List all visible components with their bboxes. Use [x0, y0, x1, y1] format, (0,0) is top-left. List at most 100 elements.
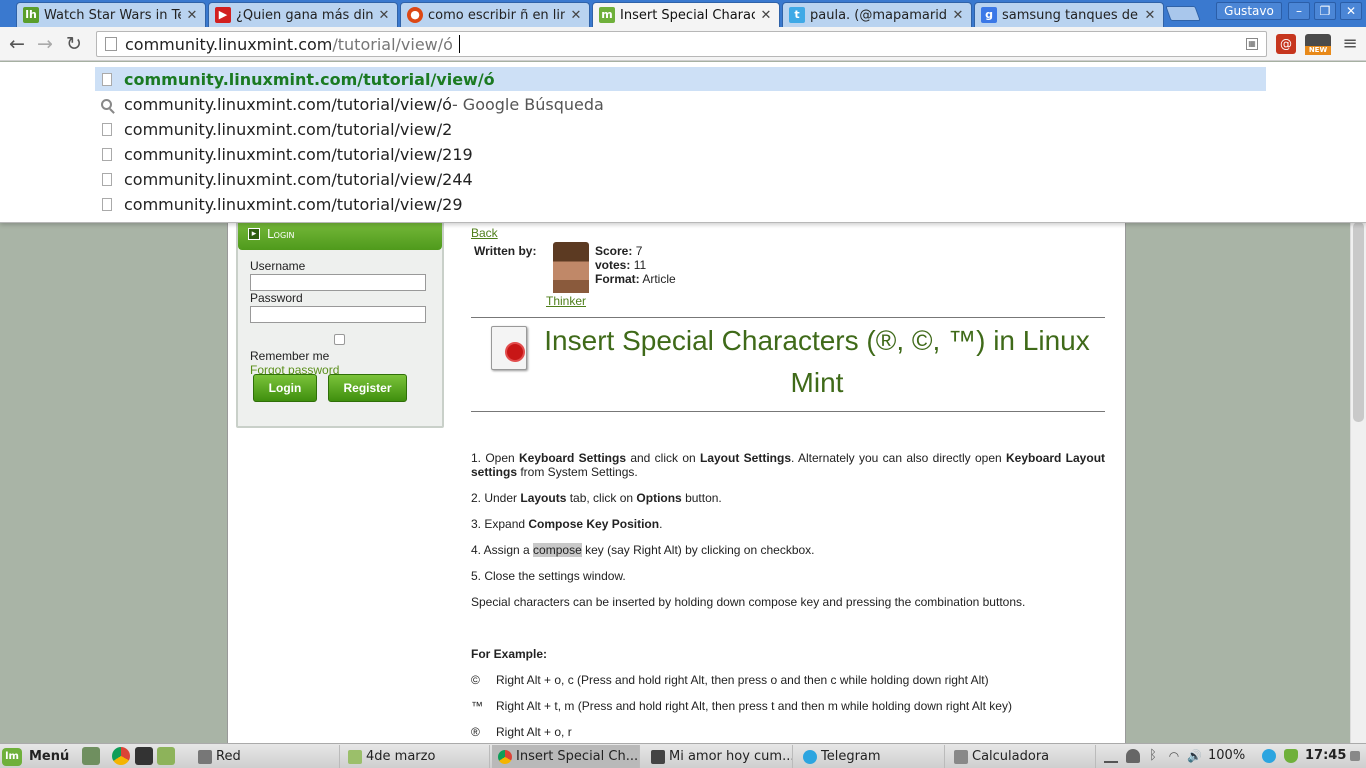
network-icon [198, 749, 212, 764]
login-header-label: Login [267, 227, 295, 241]
taskbar: lm Menú Red 4de marzo Insert Special Ch.… [0, 743, 1366, 768]
example-text: Right Alt + o, r [496, 725, 572, 739]
screen-capture-extension-icon[interactable]: NEW [1305, 34, 1331, 55]
suggestion-item[interactable]: community.linuxmint.com/tutorial/view/29 [95, 192, 1266, 216]
seal-icon [505, 342, 525, 362]
task-mi-amor[interactable]: Mi amor hoy cum... [645, 745, 793, 768]
url-text[interactable]: community.linuxmint.com/tutorial/view/ó [125, 35, 453, 54]
user-icon[interactable] [1126, 749, 1140, 763]
battery-indicator[interactable]: 100% [1208, 748, 1245, 763]
task-label: Calculadora [972, 749, 1050, 764]
close-icon[interactable]: ✕ [185, 8, 199, 23]
password-field[interactable] [250, 306, 426, 323]
close-icon[interactable]: ✕ [1143, 8, 1157, 23]
suggestion-item[interactable]: community.linuxmint.com/tutorial/view/24… [95, 167, 1266, 191]
example-text: Right Alt + t, m (Press and hold right A… [496, 699, 1012, 713]
page-icon [102, 172, 112, 186]
close-icon[interactable]: ✕ [569, 8, 583, 23]
remember-me-checkbox[interactable] [334, 334, 345, 345]
back-link[interactable]: Back [471, 226, 498, 240]
notification-icon[interactable] [1350, 751, 1360, 761]
format-line: Format: Article [595, 272, 676, 286]
register-button[interactable]: Register [328, 374, 407, 402]
clock[interactable]: 17:45 [1305, 748, 1346, 763]
text: 1. Open [471, 451, 519, 465]
minimize-icon[interactable]: – [1288, 2, 1310, 20]
address-bar[interactable]: community.linuxmint.com/tutorial/view/ó … [96, 31, 1267, 57]
chrome-icon [498, 749, 512, 764]
linuxmint-icon: m [599, 7, 615, 23]
tab-watch-star-wars[interactable]: lh Watch Star Wars in Tex ✕ [16, 2, 206, 27]
calculator-icon [954, 749, 968, 764]
author-link[interactable]: Thinker [546, 294, 586, 308]
task-red[interactable]: Red [192, 745, 340, 768]
volume-icon[interactable]: 🔊 [1187, 749, 1202, 763]
page-icon [102, 122, 112, 136]
profile-button[interactable]: Gustavo [1216, 2, 1282, 20]
linuxmint-logo-icon: lm [2, 747, 22, 766]
page-icon [102, 72, 112, 86]
username-field[interactable] [250, 274, 426, 291]
forward-arrow-icon[interactable]: → [33, 32, 57, 56]
task-insert-special[interactable]: Insert Special Ch... [492, 745, 640, 768]
back-arrow-icon[interactable]: ← [5, 32, 29, 56]
maximize-icon[interactable]: ❐ [1314, 2, 1336, 20]
suggestion-item[interactable]: community.linuxmint.com/tutorial/view/ó … [95, 92, 1266, 116]
task-label: Red [216, 749, 241, 764]
tab-quien-gana[interactable]: ▶ ¿Quien gana más diner ✕ [208, 2, 398, 27]
new-tab-button[interactable] [1165, 6, 1201, 21]
votes-line: votes: 11 [595, 258, 646, 272]
tab-paula-twitter[interactable]: t paula. (@mapamaridu ✕ [782, 2, 972, 27]
highlighted-text: compose [533, 543, 582, 557]
wifi-icon[interactable]: ◠ [1167, 749, 1181, 763]
chrome-icon[interactable] [112, 747, 130, 765]
step-1: 1. Open Keyboard Settings and click on L… [471, 451, 1105, 479]
page-scrollbar[interactable] [1350, 222, 1366, 743]
email-extension-icon[interactable]: @ [1276, 34, 1296, 54]
task-4de-marzo[interactable]: 4de marzo [342, 745, 490, 768]
author-avatar[interactable] [553, 242, 589, 293]
votes-value: 11 [633, 258, 647, 272]
tab-como-escribir[interactable]: ● como escribir ñ en linu ✕ [400, 2, 590, 27]
update-shield-icon[interactable] [1284, 749, 1298, 763]
score-value: 7 [635, 244, 643, 258]
step-5: 5. Close the settings window. [471, 569, 626, 583]
browser-toolbar: ← → ↻ community.linuxmint.com/tutorial/v… [0, 27, 1366, 61]
close-icon[interactable]: ✕ [759, 8, 773, 23]
expand-icon: ▸ [248, 228, 260, 240]
reload-icon[interactable]: ↻ [62, 32, 86, 56]
translate-icon[interactable]: ▦ [1246, 38, 1258, 50]
task-telegram[interactable]: Telegram [797, 745, 945, 768]
example-symbol: © [471, 673, 480, 687]
scrollbar-thumb[interactable] [1353, 222, 1364, 422]
text-bold: Options [636, 491, 682, 505]
close-window-icon[interactable]: ✕ [1340, 2, 1362, 20]
keyboard-icon[interactable] [1104, 749, 1118, 763]
bluetooth-icon[interactable]: ᛒ [1146, 749, 1160, 763]
tab-title: ¿Quien gana más diner [236, 7, 373, 23]
example-symbol: ™ [471, 699, 483, 713]
login-panel: ▸ Login Username Password Remember me Fo… [236, 216, 444, 428]
close-icon[interactable]: ✕ [951, 8, 965, 23]
tab-samsung-tanques[interactable]: g samsung tanques de g ✕ [974, 2, 1164, 27]
show-desktop-icon[interactable] [82, 747, 100, 765]
close-icon[interactable]: ✕ [377, 8, 391, 23]
suggestion-item[interactable]: community.linuxmint.com/tutorial/view/2 [95, 117, 1266, 141]
tab-title: samsung tanques de g [1002, 7, 1139, 23]
suggestion-text: community.linuxmint.com/tutorial/view/21… [124, 144, 473, 164]
terminal-icon[interactable] [135, 747, 153, 765]
files-icon[interactable] [157, 747, 175, 765]
written-by-label: Written by: [474, 244, 537, 258]
task-calculadora[interactable]: Calculadora [948, 745, 1096, 768]
hamburger-menu-icon[interactable]: ≡ [1338, 32, 1362, 56]
suggestion-text: community.linuxmint.com/tutorial/view/2 [124, 119, 453, 139]
score-label: Score: [595, 244, 633, 258]
telegram-tray-icon[interactable] [1262, 749, 1276, 763]
step-2: 2. Under Layouts tab, click on Options b… [471, 491, 1105, 505]
tab-insert-special-characters[interactable]: m Insert Special Charact ✕ [592, 2, 780, 27]
suggestion-item[interactable]: community.linuxmint.com/tutorial/view/ó [95, 67, 1266, 91]
start-menu-button[interactable]: lm Menú [2, 746, 69, 767]
login-button[interactable]: Login [253, 374, 317, 402]
format-label: Format: [595, 272, 640, 286]
suggestion-item[interactable]: community.linuxmint.com/tutorial/view/21… [95, 142, 1266, 166]
